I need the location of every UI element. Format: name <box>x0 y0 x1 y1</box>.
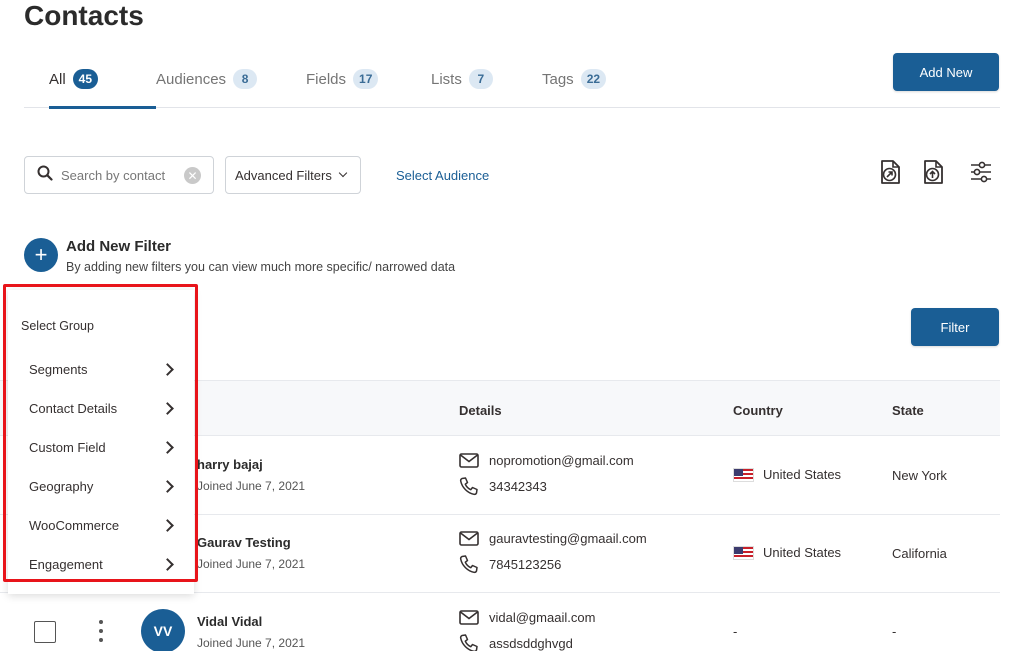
mail-icon <box>459 610 479 625</box>
contact-phone: assdsddghvgd <box>489 635 573 651</box>
tab-bar: All 45 Audiences 8 Fields 17 Lists 7 Tag… <box>24 66 1000 109</box>
group-item-label: Segments <box>29 362 88 377</box>
chevron-right-icon <box>161 363 174 376</box>
group-item-label: WooCommerce <box>29 518 120 533</box>
country-cell: United States <box>733 467 841 482</box>
count-badge: 8 <box>233 69 258 89</box>
joined-date: Joined June 7, 2021 <box>197 557 306 571</box>
filter-button[interactable]: Filter <box>911 308 999 346</box>
phone-icon <box>459 555 478 574</box>
clear-search-icon[interactable]: ✕ <box>184 167 201 184</box>
column-header-country: Country <box>733 403 783 418</box>
select-group-dropdown: Select Group Segments Contact Details Cu… <box>8 290 194 594</box>
contact-phone: 34342343 <box>489 478 547 494</box>
group-item-custom-field[interactable]: Custom Field <box>8 428 194 467</box>
joined-date: Joined June 7, 2021 <box>197 636 306 650</box>
country-cell: United States <box>733 545 841 560</box>
row-checkbox[interactable] <box>34 621 56 643</box>
export-icon[interactable] <box>877 158 903 186</box>
state-cell: California <box>892 546 947 561</box>
more-options-icon[interactable] <box>97 620 105 642</box>
tab-audiences[interactable]: Audiences 8 <box>156 66 258 108</box>
chevron-right-icon <box>161 480 174 493</box>
group-item-engagement[interactable]: Engagement <box>8 545 194 584</box>
contact-email: gauravtesting@gmaail.com <box>489 531 647 546</box>
group-item-label: Geography <box>29 479 94 494</box>
search-input[interactable] <box>61 167 181 183</box>
state-cell: New York <box>892 468 947 483</box>
contact-name[interactable]: Gaurav Testing <box>197 535 291 550</box>
select-audience-link[interactable]: Select Audience <box>396 168 489 183</box>
advanced-filters-dropdown[interactable]: Advanced Filters <box>225 156 361 194</box>
add-filter-title: Add New Filter <box>66 238 172 255</box>
phone-icon <box>459 634 478 651</box>
avatar: VV <box>141 609 185 651</box>
email-line: nopromotion@gmail.com <box>459 453 634 468</box>
group-item-contact-details[interactable]: Contact Details <box>8 389 194 428</box>
count-badge: 22 <box>580 69 607 89</box>
group-item-label: Custom Field <box>29 440 106 455</box>
tab-all[interactable]: All 45 <box>49 66 157 109</box>
country-cell: - <box>733 624 738 639</box>
count-badge: 17 <box>353 69 379 89</box>
advanced-filters-label: Advanced Filters <box>235 167 332 183</box>
tab-label: All <box>49 71 66 88</box>
tab-label: Audiences <box>156 71 227 88</box>
us-flag-icon <box>733 467 754 482</box>
chevron-right-icon <box>161 558 174 571</box>
add-new-filter[interactable]: + Add New Filter By adding new filters y… <box>24 238 455 274</box>
chevron-down-icon <box>338 168 348 178</box>
phone-line: assdsddghvgd <box>459 633 573 651</box>
phone-line: 7845123256 <box>459 554 561 574</box>
state-cell: - <box>892 624 897 639</box>
tab-label: Tags <box>542 71 574 88</box>
import-icon[interactable] <box>920 158 946 186</box>
search-box: ✕ <box>24 156 214 194</box>
column-header-details: Details <box>459 403 502 418</box>
mail-icon <box>459 453 479 468</box>
email-line: gauravtesting@gmaail.com <box>459 531 647 546</box>
tab-fields[interactable]: Fields 17 <box>306 66 379 108</box>
joined-date: Joined June 7, 2021 <box>197 479 306 493</box>
contact-name[interactable]: Vidal Vidal <box>197 614 262 629</box>
group-item-geography[interactable]: Geography <box>8 467 194 506</box>
group-item-label: Contact Details <box>29 401 118 416</box>
add-filter-description: By adding new filters you can view much … <box>66 260 456 274</box>
country-name: United States <box>763 545 842 560</box>
chevron-right-icon <box>161 441 174 454</box>
column-settings-icon[interactable] <box>968 158 994 186</box>
search-icon <box>37 165 53 186</box>
phone-line: 34342343 <box>459 476 547 496</box>
contact-name[interactable]: harry bajaj <box>197 457 263 472</box>
column-header-state: State <box>892 403 924 418</box>
us-flag-icon <box>733 545 754 560</box>
contact-email: vidal@gmaail.com <box>489 610 596 625</box>
email-line: vidal@gmaail.com <box>459 610 595 625</box>
tab-tags[interactable]: Tags 22 <box>542 66 607 108</box>
phone-icon <box>459 477 478 496</box>
country-name: United States <box>763 467 842 482</box>
tab-lists[interactable]: Lists 7 <box>431 66 493 108</box>
tab-label: Fields <box>306 71 347 88</box>
group-item-segments[interactable]: Segments <box>8 350 194 389</box>
page-title: Contacts <box>24 0 144 31</box>
plus-icon[interactable]: + <box>24 238 58 272</box>
tab-label: Lists <box>431 71 462 88</box>
contact-email: nopromotion@gmail.com <box>489 453 634 468</box>
group-item-woocommerce[interactable]: WooCommerce <box>8 506 194 545</box>
chevron-right-icon <box>161 402 174 415</box>
contact-phone: 7845123256 <box>489 556 562 572</box>
count-badge: 7 <box>468 69 493 89</box>
add-new-button[interactable]: Add New <box>893 53 999 91</box>
mail-icon <box>459 531 479 546</box>
table-row[interactable]: VV Vidal Vidal Joined June 7, 2021 vidal… <box>0 594 1000 651</box>
group-item-label: Engagement <box>29 557 103 572</box>
chevron-right-icon <box>161 519 174 532</box>
dropdown-header: Select Group <box>21 319 94 333</box>
count-badge: 45 <box>72 69 99 89</box>
